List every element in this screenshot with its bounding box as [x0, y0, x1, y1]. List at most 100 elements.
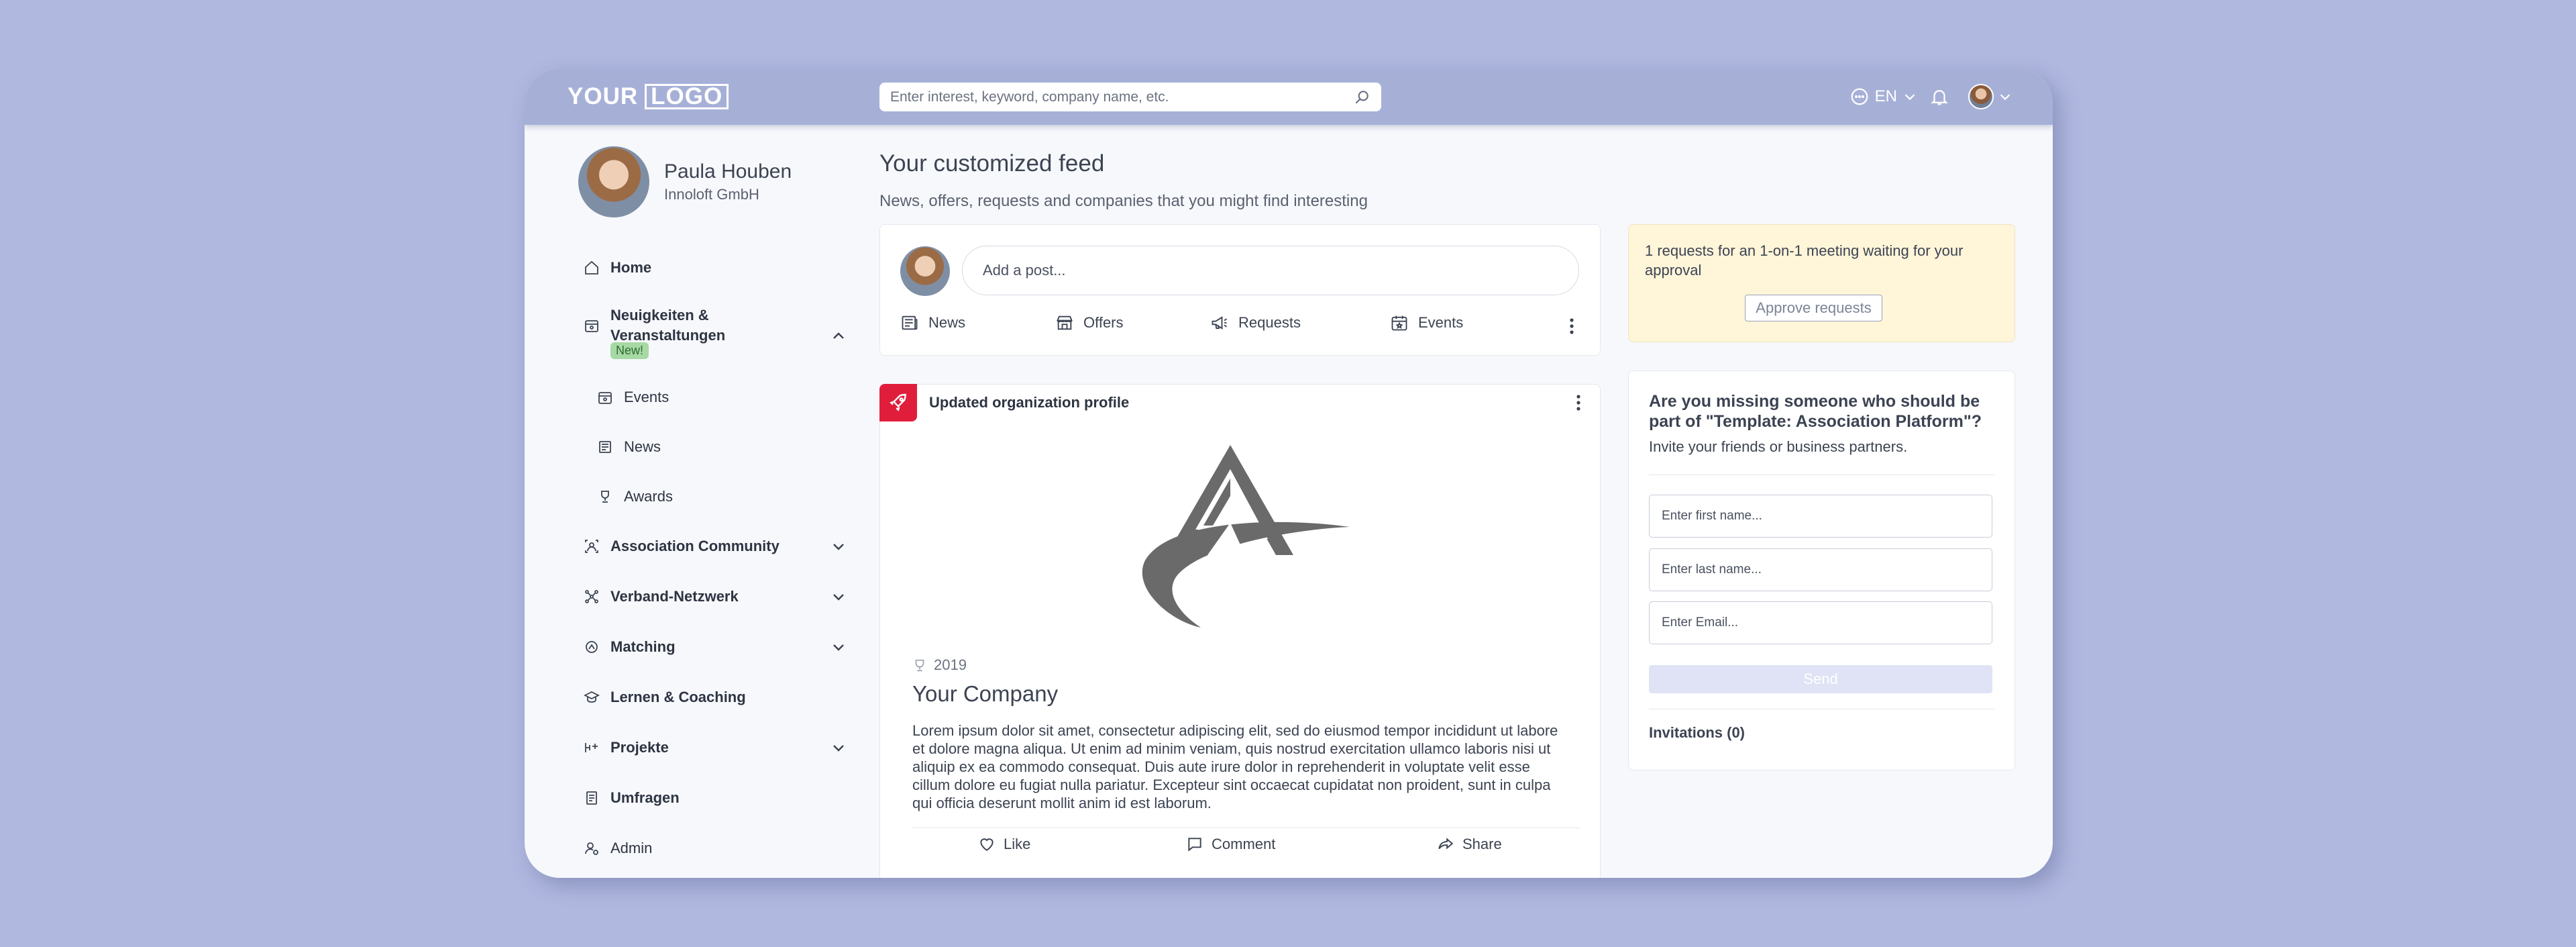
first-name-field[interactable]	[1649, 495, 1992, 538]
comment-label: Comment	[1212, 836, 1276, 852]
logo-box-text: LOGO	[645, 84, 729, 109]
email-field[interactable]	[1649, 601, 1992, 644]
founded-year: 2019	[912, 656, 967, 674]
sidebar-item-projekte[interactable]: Projekte	[578, 735, 847, 760]
profile-company: Innoloft GmbH	[664, 186, 759, 203]
invite-card: Are you missing someone who should be pa…	[1628, 370, 2015, 770]
sidebar-item-label: Events	[624, 389, 669, 405]
chevron-down-icon[interactable]	[830, 639, 847, 655]
composer-events-button[interactable]: Events	[1390, 313, 1463, 332]
logo-text: YOUR	[568, 83, 639, 109]
composer-requests-button[interactable]: Requests	[1210, 313, 1301, 332]
post-header: Updated organization profile	[929, 394, 1130, 411]
top-bar: YOUR LOGO EN	[525, 68, 2053, 125]
trophy-icon	[915, 659, 924, 672]
sidebar-item-umfragen[interactable]: Umfragen	[578, 785, 847, 811]
sidebar-item-news[interactable]: News	[578, 434, 847, 460]
composer-action-label: News	[928, 314, 966, 331]
search-icon[interactable]	[1353, 89, 1371, 106]
composer-offers-button[interactable]: Offers	[1055, 313, 1124, 332]
sidebar-item-label: Admin	[610, 840, 653, 856]
avatar	[1968, 84, 1994, 109]
sidebar-item-admin[interactable]: Admin	[578, 836, 847, 861]
composer-news-button[interactable]: News	[900, 313, 965, 332]
survey-icon	[586, 791, 597, 805]
chevron-down-icon[interactable]	[830, 589, 847, 605]
page-subtitle: News, offers, requests and companies tha…	[879, 192, 1368, 210]
language-label: EN	[1874, 87, 1897, 105]
send-button[interactable]: Send	[1649, 665, 1992, 693]
sidebar-item-events[interactable]: Events	[578, 385, 847, 410]
sidebar-item-label: Verband-Netzwerk	[610, 588, 739, 605]
add-post-input[interactable]	[962, 246, 1579, 295]
composer-action-label: Requests	[1238, 314, 1301, 331]
chevron-up-icon[interactable]	[830, 328, 847, 344]
profile-summary[interactable]: Paula Houben Innoloft GmbH	[578, 146, 792, 217]
megaphone-icon	[1212, 316, 1228, 330]
invite-subtitle: Invite your friends or business partners…	[1649, 438, 1908, 455]
company-description: Lorem ipsum dolor sit amet, consectetur …	[912, 722, 1558, 811]
graduation-cap-icon	[584, 691, 600, 703]
projects-icon	[585, 743, 598, 752]
sidebar-item-label: Umfragen	[610, 789, 680, 806]
sidebar-item-label: Home	[610, 259, 652, 276]
more-vertical-icon[interactable]	[1570, 391, 1587, 414]
chevron-down-icon[interactable]	[830, 538, 847, 554]
meeting-requests-notice: 1 requests for an 1-on-1 meeting waiting…	[1628, 224, 2015, 342]
admin-icon	[585, 842, 598, 855]
last-name-field[interactable]	[1649, 548, 1992, 591]
share-button[interactable]: Share	[1437, 836, 1502, 853]
more-vertical-icon[interactable]	[1564, 315, 1580, 338]
approve-requests-button[interactable]: Approve requests	[1745, 295, 1882, 321]
chat-icon[interactable]	[1849, 87, 1870, 107]
sidebar-item-label: Matching	[610, 638, 676, 655]
heart-icon	[980, 838, 994, 851]
chevron-down-icon	[2000, 94, 2010, 101]
newspaper-icon	[902, 315, 918, 330]
page-title: Your customized feed	[879, 150, 1105, 177]
calendar-star-icon	[585, 320, 598, 332]
sidebar-item-matching[interactable]: Matching	[578, 634, 847, 660]
language-selector[interactable]: EN	[1849, 87, 1917, 107]
sidebar-item-awards[interactable]: Awards	[578, 484, 847, 509]
invitations-count[interactable]: Invitations (0)	[1649, 724, 1745, 742]
invite-question: Are you missing someone who should be pa…	[1649, 392, 1982, 431]
avatar	[900, 246, 950, 296]
post-composer: News Offers Requests Events	[879, 224, 1601, 356]
newspaper-icon	[599, 441, 611, 453]
company-name[interactable]: Your Company	[912, 681, 1058, 707]
sidebar-nav: Home Neuigkeiten & Veranstaltungen New! …	[578, 255, 847, 878]
sidebar-item-label: Lernen & Coaching	[610, 689, 746, 705]
search-input[interactable]	[890, 89, 1353, 105]
sidebar-item-lernen-coaching[interactable]: Lernen & Coaching	[578, 685, 847, 710]
profile-name: Paula Houben	[664, 160, 792, 183]
sidebar-item-label: Association Community	[610, 538, 780, 554]
composer-actions: News Offers Requests Events	[900, 313, 1571, 340]
user-menu[interactable]	[1968, 84, 2012, 109]
sidebar-item-association-community[interactable]: Association Community	[578, 534, 847, 559]
sidebar-item-label: News	[624, 438, 661, 455]
notice-text: 1 requests for an 1-on-1 meeting waiting…	[1645, 242, 1964, 279]
sidebar-item-label: Awards	[624, 488, 673, 505]
calendar-icon	[598, 392, 612, 404]
logo[interactable]: YOUR LOGO	[568, 83, 729, 110]
calendar-icon	[1391, 315, 1407, 331]
store-icon	[1057, 315, 1073, 330]
chevron-down-icon[interactable]	[830, 740, 847, 756]
avatar	[578, 146, 649, 217]
sidebar-item-verband-netzwerk[interactable]: Verband-Netzwerk	[578, 584, 847, 609]
community-icon	[585, 540, 598, 553]
sidebar-item-home[interactable]: Home	[578, 255, 847, 281]
sidebar-item-neuigkeiten[interactable]: Neuigkeiten & Veranstaltungen	[578, 305, 847, 346]
bell-icon[interactable]	[1929, 87, 1949, 107]
feed-post: Updated organization profile 2019 Your C…	[879, 384, 1601, 878]
company-logo	[1142, 445, 1350, 628]
like-button[interactable]: Like	[978, 836, 1030, 853]
share-icon	[1438, 838, 1454, 850]
year-label: 2019	[934, 656, 967, 673]
sidebar-item-label: Neuigkeiten & Veranstaltungen	[610, 307, 726, 344]
rocket-icon	[879, 384, 917, 421]
network-icon	[585, 590, 598, 603]
comment-button[interactable]: Comment	[1186, 836, 1275, 853]
home-icon	[585, 260, 598, 275]
